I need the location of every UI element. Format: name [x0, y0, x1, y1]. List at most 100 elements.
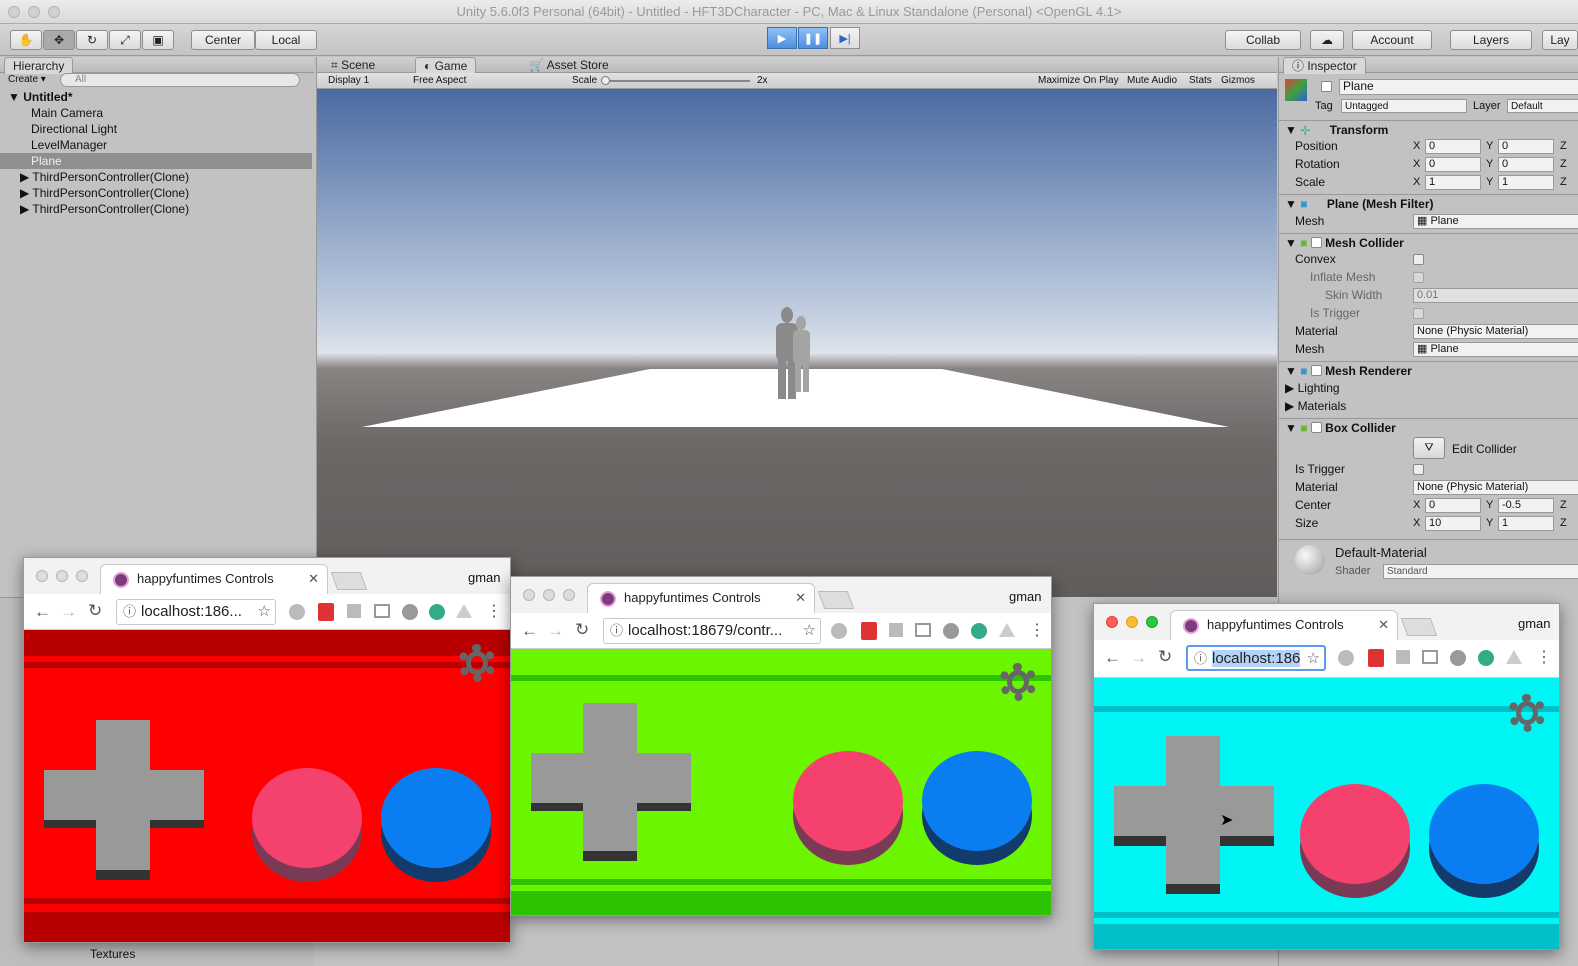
- new-tab-button[interactable]: [330, 572, 368, 590]
- inflate-mesh-checkbox[interactable]: [1413, 272, 1424, 283]
- back-arrow-icon[interactable]: ←: [34, 602, 51, 622]
- game-viewport[interactable]: [317, 89, 1277, 597]
- object-name-field[interactable]: Plane: [1339, 79, 1578, 95]
- back-arrow-icon[interactable]: ←: [521, 621, 538, 641]
- address-bar[interactable]: ⓘ localhost:186... ☆: [116, 599, 276, 625]
- zoom-window-button[interactable]: [1146, 616, 1158, 628]
- rect-tool-button[interactable]: ▣: [142, 30, 174, 50]
- reload-icon[interactable]: ↻: [1158, 647, 1172, 667]
- move-tool-button[interactable]: ✥: [43, 30, 75, 50]
- hierarchy-item[interactable]: Main Camera: [31, 105, 103, 121]
- adblock-extension-icon[interactable]: [1338, 650, 1354, 666]
- rotation-y-field[interactable]: 0: [1498, 157, 1554, 172]
- close-tab-icon[interactable]: ✕: [795, 584, 806, 612]
- display-dropdown[interactable]: Display 1: [328, 75, 369, 86]
- browser-tab[interactable]: happyfuntimes Controls ✕: [100, 564, 328, 594]
- drive-extension-icon[interactable]: [999, 623, 1015, 637]
- active-checkbox[interactable]: [1321, 81, 1332, 92]
- green-extension-icon[interactable]: [1478, 650, 1494, 666]
- hierarchy-clone-item[interactable]: ▶ ThirdPersonController(Clone): [20, 201, 189, 217]
- zoom-window-button[interactable]: [48, 6, 60, 18]
- position-y-field[interactable]: 0: [1498, 139, 1554, 154]
- rotation-x-field[interactable]: 0: [1425, 157, 1481, 172]
- collider-mesh-field[interactable]: ▦ Plane: [1413, 342, 1578, 357]
- address-bar[interactable]: ⓘ localhost:18679/contr... ☆: [603, 618, 821, 644]
- green-extension-icon[interactable]: [429, 604, 445, 620]
- gizmos-toggle[interactable]: Gizmos: [1221, 75, 1255, 86]
- mesh-collider-header[interactable]: ▼ ■ Mesh Collider: [1285, 236, 1404, 250]
- tab-scene[interactable]: ⌗ Scene: [323, 57, 383, 74]
- extension-icon[interactable]: [1396, 650, 1410, 664]
- account-dropdown[interactable]: Account: [1352, 30, 1432, 50]
- layers-dropdown[interactable]: Layers: [1450, 30, 1532, 50]
- new-tab-button[interactable]: [1400, 618, 1438, 636]
- create-dropdown[interactable]: Create ▾: [8, 74, 46, 85]
- mesh-field[interactable]: ▦ Plane: [1413, 214, 1578, 229]
- cloud-button[interactable]: ☁: [1310, 30, 1344, 50]
- mesh-renderer-enabled-checkbox[interactable]: [1310, 365, 1322, 376]
- project-item-textures[interactable]: Textures: [90, 947, 135, 961]
- close-window-button[interactable]: [1106, 616, 1118, 628]
- adblock-extension-icon[interactable]: [831, 623, 847, 639]
- size-x-field[interactable]: 10: [1425, 516, 1481, 531]
- calendar-extension-icon[interactable]: [861, 622, 877, 640]
- bookmark-star-icon[interactable]: ☆: [1306, 647, 1320, 669]
- layer-dropdown[interactable]: Default: [1507, 99, 1578, 113]
- menu-kebab-icon[interactable]: ⋮: [1029, 620, 1045, 640]
- drive-extension-icon[interactable]: [1506, 650, 1522, 664]
- convex-checkbox[interactable]: [1413, 254, 1424, 265]
- new-tab-button[interactable]: [817, 591, 855, 609]
- bookmark-star-icon[interactable]: ☆: [258, 600, 271, 624]
- scale-tool-button[interactable]: ⤢: [109, 30, 141, 50]
- controller-canvas[interactable]: [511, 649, 1051, 915]
- box-collider-enabled-checkbox[interactable]: [1310, 422, 1322, 433]
- hierarchy-item[interactable]: LevelManager: [31, 137, 107, 153]
- scale-slider-handle[interactable]: [601, 76, 610, 85]
- blue-action-button[interactable]: [381, 768, 491, 868]
- tag-dropdown[interactable]: Untagged: [1341, 99, 1467, 113]
- menu-kebab-icon[interactable]: ⋮: [486, 601, 502, 621]
- physic-material-field[interactable]: None (Physic Material): [1413, 324, 1578, 339]
- cast-icon[interactable]: [915, 623, 931, 637]
- calendar-extension-icon[interactable]: [1368, 649, 1384, 667]
- close-window-button[interactable]: [523, 589, 535, 601]
- collab-button[interactable]: Collab: [1225, 30, 1301, 50]
- calendar-extension-icon[interactable]: [318, 603, 334, 621]
- close-tab-icon[interactable]: ✕: [1378, 611, 1389, 639]
- minimize-window-button[interactable]: [1126, 616, 1138, 628]
- bookmark-star-icon[interactable]: ☆: [802, 619, 816, 643]
- settings-gear-icon[interactable]: [458, 644, 496, 682]
- center-y-field[interactable]: -0.5: [1498, 498, 1554, 513]
- pink-action-button[interactable]: [252, 768, 362, 868]
- hierarchy-item[interactable]: Directional Light: [31, 121, 117, 137]
- drive-extension-icon[interactable]: [456, 604, 472, 618]
- scene-root[interactable]: ▼ Untitled*: [8, 90, 73, 104]
- tab-inspector[interactable]: ⓘ Inspector: [1283, 57, 1366, 74]
- layout-dropdown[interactable]: Lay: [1542, 30, 1578, 50]
- forward-arrow-icon[interactable]: →: [60, 602, 77, 622]
- materials-foldout[interactable]: ▶ Materials: [1285, 397, 1346, 415]
- browser-tab[interactable]: happyfuntimes Controls ✕: [587, 583, 815, 613]
- maximize-on-play-toggle[interactable]: Maximize On Play: [1038, 75, 1119, 86]
- hand-tool-button[interactable]: ✋: [10, 30, 42, 50]
- aspect-dropdown[interactable]: Free Aspect: [413, 75, 466, 86]
- size-y-field[interactable]: 1: [1498, 516, 1554, 531]
- mesh-filter-header[interactable]: ▼ ■ Plane (Mesh Filter): [1285, 197, 1434, 211]
- extension-icon[interactable]: [347, 604, 361, 618]
- forward-arrow-icon[interactable]: →: [1130, 648, 1147, 668]
- stats-toggle[interactable]: Stats: [1189, 75, 1212, 86]
- close-window-button[interactable]: [8, 6, 20, 18]
- rotate-tool-button[interactable]: ↻: [76, 30, 108, 50]
- back-arrow-icon[interactable]: ←: [1104, 648, 1121, 668]
- forward-arrow-icon[interactable]: →: [547, 621, 564, 641]
- hierarchy-clone-item[interactable]: ▶ ThirdPersonController(Clone): [20, 169, 189, 185]
- settings-gear-icon[interactable]: [1508, 694, 1546, 732]
- box-is-trigger-checkbox[interactable]: [1413, 464, 1424, 475]
- center-x-field[interactable]: 0: [1425, 498, 1481, 513]
- pink-action-button[interactable]: [793, 751, 903, 851]
- hierarchy-clone-item[interactable]: ▶ ThirdPersonController(Clone): [20, 185, 189, 201]
- skin-width-field[interactable]: 0.01: [1413, 288, 1578, 303]
- tab-asset-store[interactable]: 🛒 Asset Store: [521, 57, 617, 74]
- address-bar[interactable]: ⓘ localhost:186 ☆: [1186, 645, 1326, 671]
- tab-game[interactable]: ◐ Game: [415, 57, 477, 74]
